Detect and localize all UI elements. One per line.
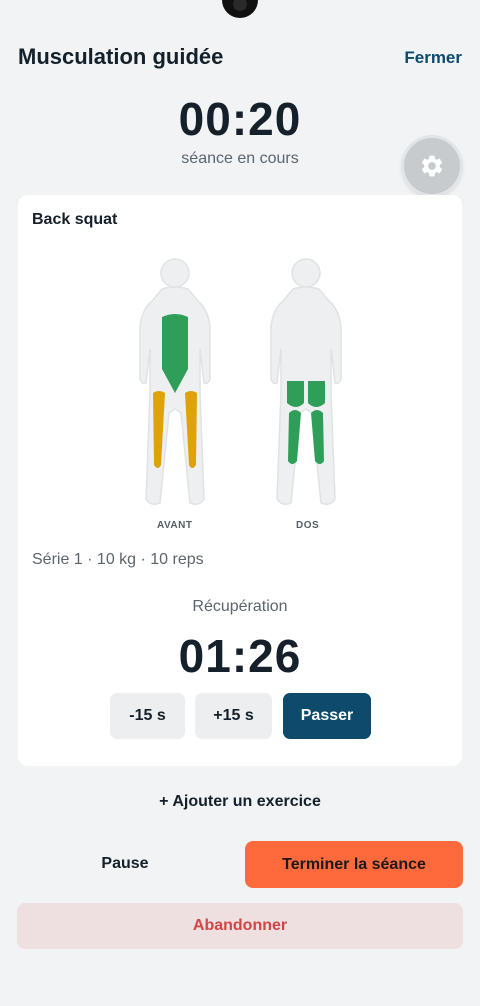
page-title: Musculation guidée bbox=[18, 44, 224, 69]
front-camera bbox=[222, 0, 258, 18]
skip-rest-button[interactable]: Passer bbox=[283, 693, 371, 739]
right-hamstring-muscle bbox=[311, 410, 324, 464]
exercise-name: Back squat bbox=[32, 211, 118, 228]
minus-15s-button[interactable]: -15 s bbox=[110, 693, 185, 739]
settings-button[interactable] bbox=[404, 138, 460, 194]
add-exercise-button[interactable]: + Ajouter un exercice bbox=[0, 793, 480, 811]
exercise-card: Back squat AVANT DOS Série 1 · 10 kg · 1… bbox=[18, 195, 462, 766]
right-glute-muscle bbox=[308, 381, 325, 407]
left-hamstring-muscle bbox=[288, 410, 301, 464]
front-view-label: AVANT bbox=[157, 520, 193, 531]
plus-15s-button[interactable]: +15 s bbox=[195, 693, 272, 739]
finish-session-button[interactable]: Terminer la séance bbox=[245, 841, 463, 888]
gear-icon bbox=[421, 155, 443, 177]
pause-button[interactable]: Pause bbox=[18, 841, 232, 887]
front-body-figure bbox=[139, 258, 211, 506]
back-body-figure bbox=[270, 258, 342, 506]
abandon-button[interactable]: Abandonner bbox=[17, 903, 463, 949]
session-timer: 00:20 bbox=[178, 93, 302, 145]
rest-label: Récupération bbox=[192, 598, 288, 615]
back-view-label: DOS bbox=[296, 520, 320, 531]
left-glute-muscle bbox=[287, 381, 304, 407]
rest-timer: 01:26 bbox=[178, 630, 302, 682]
set-info: Série 1 · 10 kg · 10 reps bbox=[32, 551, 204, 568]
muscle-map bbox=[139, 258, 342, 506]
close-button[interactable]: Fermer bbox=[404, 48, 462, 68]
